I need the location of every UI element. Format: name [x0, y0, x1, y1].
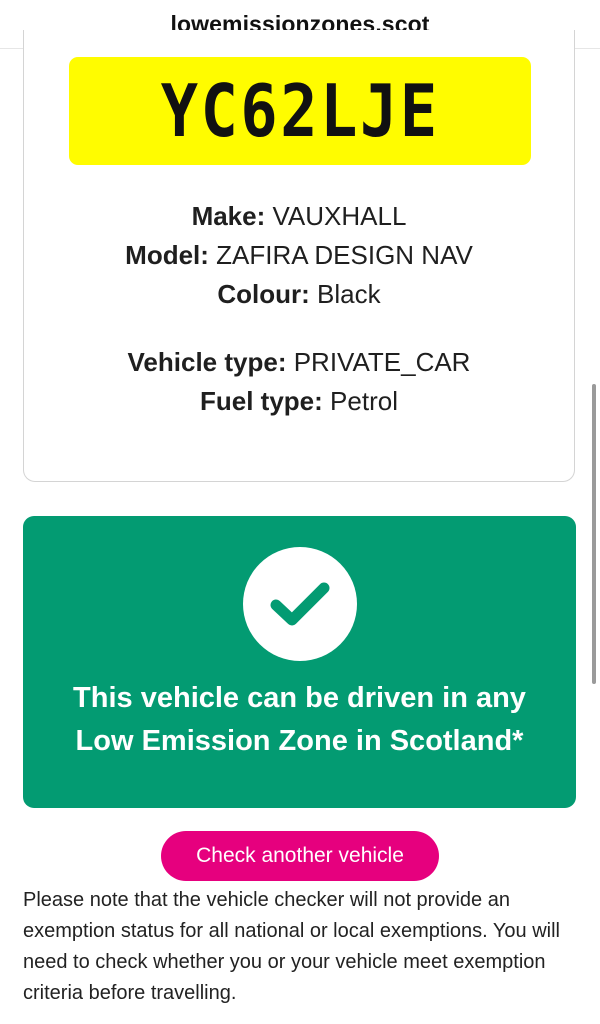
make-row: Make: VAUXHALL	[24, 197, 574, 236]
vehicle-type-label: Vehicle type:	[127, 347, 287, 377]
fuel-type-value: Petrol	[330, 386, 398, 416]
check-icon	[270, 582, 330, 626]
number-plate: YC62LJE	[69, 57, 531, 165]
vehicle-details-card: YC62LJE Make: VAUXHALL Model: ZAFIRA DES…	[23, 30, 575, 482]
lez-status-panel: This vehicle can be driven in any Low Em…	[23, 516, 576, 808]
vehicle-type-details: Vehicle type: PRIVATE_CAR Fuel type: Pet…	[24, 343, 574, 421]
model-value: ZAFIRA DESIGN NAV	[216, 240, 473, 270]
exemption-note: Please note that the vehicle checker wil…	[23, 889, 560, 1004]
model-row: Model: ZAFIRA DESIGN NAV	[24, 236, 574, 275]
colour-row: Colour: Black	[24, 275, 574, 314]
fuel-type-label: Fuel type:	[200, 386, 323, 416]
vehicle-identity-details: Make: VAUXHALL Model: ZAFIRA DESIGN NAV …	[24, 197, 574, 314]
make-value: VAUXHALL	[272, 201, 407, 231]
fuel-type-row: Fuel type: Petrol	[24, 382, 574, 421]
status-message-line-2: Low Emission Zone in Scotland*	[75, 725, 524, 757]
colour-label: Colour:	[217, 279, 310, 309]
vehicle-type-row: Vehicle type: PRIVATE_CAR	[24, 343, 574, 382]
vehicle-type-value: PRIVATE_CAR	[293, 347, 471, 377]
model-label: Model:	[125, 240, 209, 270]
check-another-vehicle-button[interactable]: Check another vehicle	[161, 831, 439, 881]
make-label: Make:	[191, 201, 266, 231]
check-circle	[243, 547, 357, 661]
status-message-line-1: This vehicle can be driven in any	[73, 682, 526, 714]
status-message: This vehicle can be driven in any Low Em…	[23, 677, 576, 763]
page-scrollbar[interactable]	[592, 384, 596, 684]
registration-number: YC62LJE	[160, 69, 440, 153]
colour-value: Black	[317, 279, 381, 309]
